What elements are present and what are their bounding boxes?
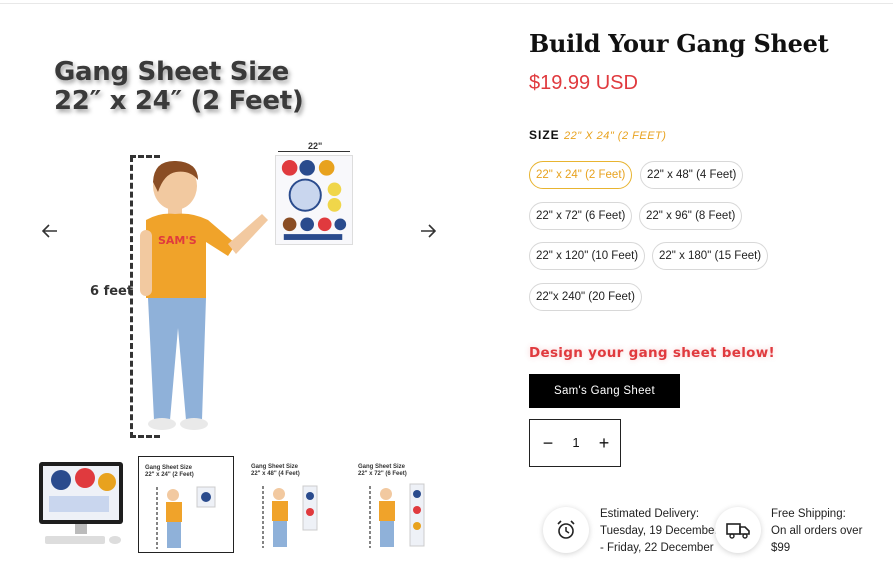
design-prompt: Design your gang sheet below! (529, 345, 775, 361)
mini-gang-sheet-image (275, 155, 353, 245)
thumbnail-person-image (156, 486, 216, 549)
size-label: SIZE 22" X 24" (2 FEET) (529, 128, 666, 142)
delivery-info: Estimated Delivery: Tuesday, 19 December… (600, 506, 718, 557)
arrow-right-icon[interactable] (420, 222, 437, 243)
hero-title-line1: Gang Sheet Size (54, 57, 289, 87)
shipping-condition: On all orders over (771, 525, 863, 537)
size-option-10ft[interactable]: 22" x 120" (10 Feet) (529, 242, 646, 270)
product-info: Build Your Gang Sheet $19.99 USD SIZE 22… (529, 0, 893, 584)
quantity-stepper: − 1 + (529, 419, 621, 467)
delivery-end: - Friday, 22 December (600, 542, 714, 554)
size-label-text: SIZE (529, 128, 560, 142)
quantity-value[interactable]: 1 (566, 435, 586, 450)
gang-sheet-builder-button[interactable]: Sam's Gang Sheet (529, 374, 680, 408)
size-option-20ft[interactable]: 22"x 240" (20 Feet) (529, 283, 642, 311)
shipping-title: Free Shipping: (771, 508, 846, 520)
thumbnail-3[interactable]: Gang Sheet Size 22" x 48" (4 Feet) (245, 456, 341, 553)
size-selected-value: 22" X 24" (2 FEET) (564, 130, 667, 142)
sheet-width-ruler (278, 151, 350, 152)
thumbnail-4[interactable]: Gang Sheet Size 22" x 72" (6 Feet) (352, 456, 448, 553)
size-option-8ft[interactable]: 22" x 96" (8 Feet) (639, 202, 743, 230)
monitor-image (39, 462, 123, 544)
thumbnail-2[interactable]: Gang Sheet Size 22" x 24" (2 Feet) (138, 456, 234, 553)
thumbnail-person-image (262, 485, 318, 548)
arrow-left-icon[interactable] (41, 222, 58, 243)
person-illustration: SAM'S (140, 160, 268, 430)
product-price: $19.99 USD (529, 72, 638, 94)
thumbnail-person-image (369, 483, 425, 548)
shirt-logo-text: SAM'S (158, 234, 197, 247)
quantity-decrease-button[interactable]: − (538, 432, 558, 454)
thumbnail-1[interactable] (35, 456, 131, 553)
size-option-6ft[interactable]: 22" x 72" (6 Feet) (529, 202, 633, 230)
hero-title: Gang Sheet Size 22″ x 24″ (2 Feet) (54, 57, 304, 116)
delivery-title: Estimated Delivery: (600, 508, 700, 520)
hero-title-line2: 22″ x 24″ (2 Feet) (54, 86, 304, 116)
shipping-info: Free Shipping: On all orders over $99 (771, 506, 862, 557)
quantity-increase-button[interactable]: + (594, 432, 614, 454)
delivery-start: Tuesday, 19 December (600, 525, 719, 537)
thumbnail-strip: Gang Sheet Size 22" x 24" (2 Feet) Gang … (35, 456, 455, 554)
alarm-clock-icon (543, 507, 589, 553)
truck-icon (715, 507, 761, 553)
size-option-15ft[interactable]: 22" x 180" (15 Feet) (652, 242, 769, 270)
size-option-2ft[interactable]: 22" x 24" (2 Feet) (529, 161, 633, 189)
sheet-width-label: 22" (308, 141, 323, 151)
product-gallery: Gang Sheet Size 22″ x 24″ (2 Feet) 6 fee… (30, 50, 450, 450)
product-title: Build Your Gang Sheet (529, 29, 829, 58)
shipping-threshold: $99 (771, 542, 791, 554)
size-option-4ft[interactable]: 22" x 48" (4 Feet) (640, 161, 744, 189)
height-label: 6 feet (90, 284, 134, 299)
